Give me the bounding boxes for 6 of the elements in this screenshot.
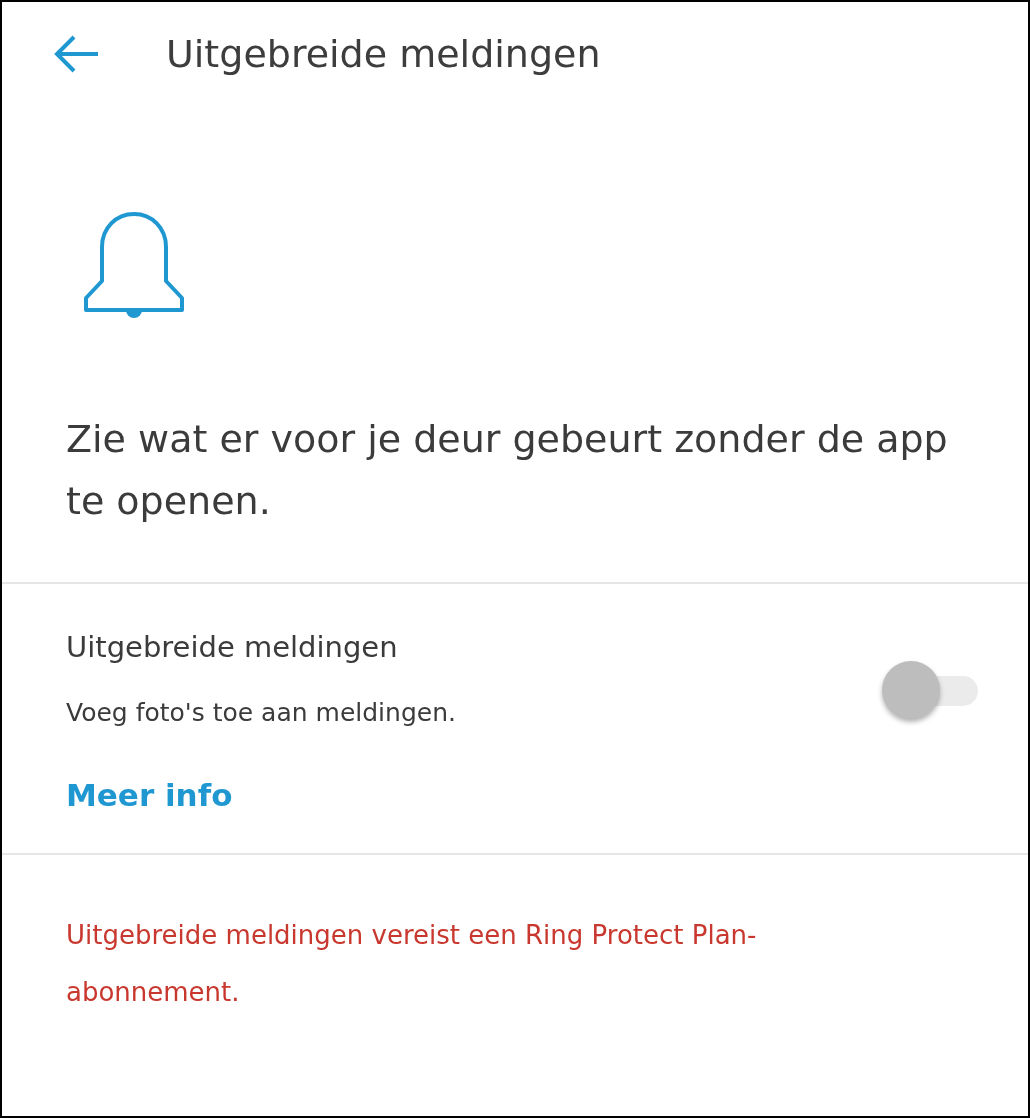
warning-message: Uitgebreide meldingen vereist een Ring Protect Plan-abonnement.: [66, 919, 758, 1009]
screen-title: Uitgebreide meldingen: [166, 32, 601, 76]
headline: Zie wat er voor je deur gebeurt zonder de app te openen.: [66, 416, 949, 525]
more-info-link[interactable]: Meer info: [66, 777, 233, 813]
setting-description: Voeg foto's toe aan meldingen.: [66, 698, 457, 727]
setting-title: Uitgebreide meldingen: [66, 630, 399, 664]
